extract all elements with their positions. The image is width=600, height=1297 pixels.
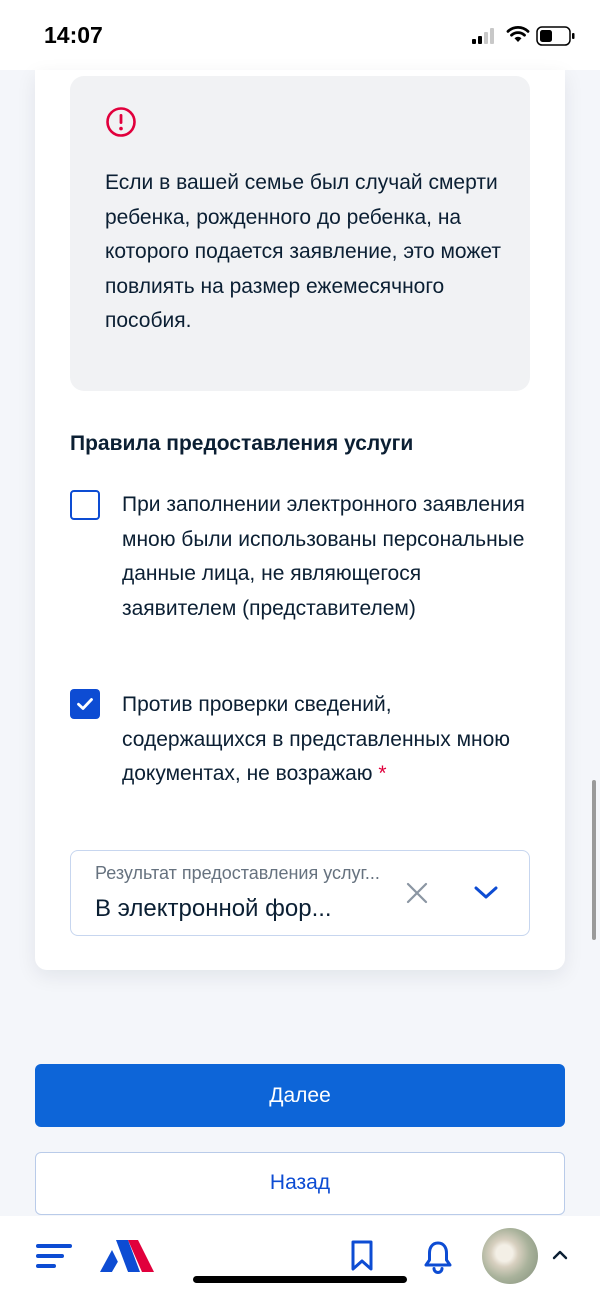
chevron-up-icon[interactable]: [552, 1250, 568, 1260]
scrollbar[interactable]: [592, 780, 596, 940]
home-indicator: [193, 1276, 407, 1283]
status-time: 14:07: [44, 22, 103, 48]
back-button[interactable]: Назад: [35, 1152, 565, 1215]
checkmark-icon: [77, 698, 93, 710]
bell-icon[interactable]: [423, 1240, 453, 1274]
checkbox-personal-data[interactable]: [70, 490, 100, 520]
result-select-value: В электронной фор...: [95, 895, 332, 922]
checkbox-personal-data-label[interactable]: При заполнении электронного заявления мн…: [122, 488, 532, 626]
bottom-nav: [0, 1216, 600, 1297]
avatar[interactable]: [482, 1228, 538, 1284]
next-button[interactable]: Далее: [35, 1064, 565, 1127]
rules-title: Правила предоставления услуги: [70, 432, 414, 455]
menu-icon[interactable]: [36, 1242, 72, 1270]
wifi-icon: [506, 26, 530, 42]
notice-text: Если в вашей семье был случай смерти реб…: [105, 171, 502, 332]
checkbox-verification-consent-label[interactable]: Против проверки сведений, содержащихся в…: [122, 688, 532, 792]
alert-circle-icon: [106, 107, 136, 137]
chevron-down-icon[interactable]: [473, 885, 499, 901]
bookmark-icon[interactable]: [350, 1240, 374, 1272]
result-select-label: Результат предоставления услуг...: [95, 863, 380, 883]
checkbox-verification-consent[interactable]: [70, 689, 100, 719]
battery-icon: [536, 26, 575, 46]
status-bar: 14:07: [0, 0, 600, 70]
required-asterisk: *: [378, 762, 387, 785]
close-icon[interactable]: [405, 881, 429, 905]
form-card: Если в вашей семье был случай смерти реб…: [35, 70, 565, 970]
cellular-signal-icon: [472, 28, 494, 44]
result-select[interactable]: Результат предоставления услуг... В элек…: [70, 850, 530, 936]
gosuslugi-logo[interactable]: [98, 1238, 156, 1274]
notice-box: Если в вашей семье был случай смерти реб…: [70, 76, 530, 391]
